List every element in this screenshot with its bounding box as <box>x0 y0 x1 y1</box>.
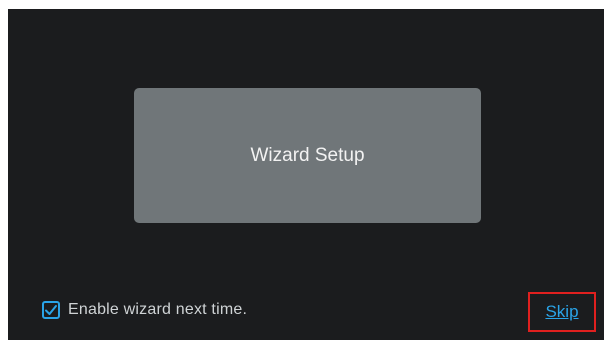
wizard-setup-button[interactable]: Wizard Setup <box>134 88 481 223</box>
skip-highlight-box: Skip <box>528 292 596 332</box>
wizard-screen: Wizard Setup Enable wizard next time. Sk… <box>8 9 604 340</box>
checkmark-icon <box>45 305 57 315</box>
wizard-setup-label: Wizard Setup <box>250 144 365 166</box>
enable-wizard-checkbox[interactable] <box>42 301 60 319</box>
skip-link[interactable]: Skip <box>545 302 578 322</box>
enable-wizard-label: Enable wizard next time. <box>68 301 248 318</box>
enable-wizard-option: Enable wizard next time. <box>42 301 247 319</box>
